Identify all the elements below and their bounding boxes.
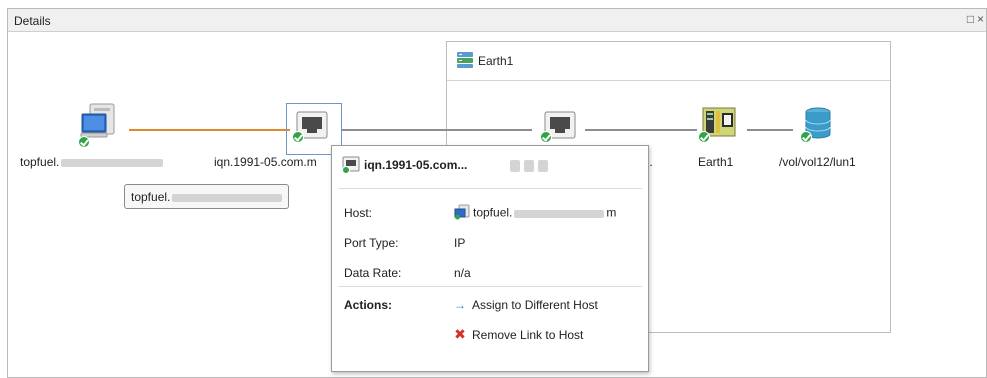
red-x-icon: ✖ bbox=[454, 326, 466, 342]
port-details-popup: iqn.1991-05.com... Host: topfuel. m Port … bbox=[331, 145, 649, 372]
node-storage-system[interactable] bbox=[698, 107, 738, 147]
network-port-icon bbox=[342, 156, 360, 177]
node-volume-label: /vol/vol12/lun1 bbox=[779, 155, 856, 169]
node-target-port[interactable] bbox=[540, 109, 580, 149]
prop-host-label: Host: bbox=[344, 206, 373, 220]
node-initiator-port-label: iqn.1991-05.com.m bbox=[214, 155, 317, 169]
target-storage-link[interactable] bbox=[585, 129, 697, 131]
actions-label: Actions: bbox=[344, 298, 392, 312]
node-host-label: topfuel. bbox=[20, 155, 164, 169]
popup-divider bbox=[338, 286, 642, 287]
status-ok-icon bbox=[78, 136, 90, 148]
remove-link-action[interactable]: ✖ Remove Link to Host bbox=[454, 326, 583, 343]
popup-title: iqn.1991-05.com... bbox=[364, 158, 468, 172]
node-storage-system-label: Earth1 bbox=[698, 155, 734, 169]
close-button[interactable]: × bbox=[976, 12, 986, 26]
status-ok-icon bbox=[698, 131, 710, 143]
assign-host-action[interactable]: → Assign to Different Host bbox=[454, 298, 598, 312]
status-ok-icon bbox=[292, 131, 304, 143]
restore-button[interactable]: □ bbox=[966, 12, 976, 26]
prop-port-type-value: IP bbox=[454, 236, 466, 250]
popup-header: iqn.1991-05.com... bbox=[340, 154, 640, 180]
group-divider bbox=[447, 80, 890, 81]
port-link[interactable] bbox=[342, 129, 532, 131]
group-title: Earth1 bbox=[478, 54, 514, 68]
host-group-icon bbox=[456, 51, 474, 72]
hover-tooltip: topfuel. bbox=[124, 184, 290, 209]
host-link[interactable] bbox=[129, 129, 290, 131]
arrow-right-icon: → bbox=[454, 298, 466, 312]
panel-header: Details □ × bbox=[8, 9, 986, 32]
storage-volume-link[interactable] bbox=[747, 129, 793, 131]
prop-host-value[interactable]: topfuel. m bbox=[454, 204, 616, 223]
prop-port-type-label: Port Type: bbox=[344, 236, 399, 250]
node-volume[interactable] bbox=[796, 107, 836, 147]
node-initiator-port[interactable] bbox=[292, 109, 332, 149]
window-controls: □ × bbox=[966, 12, 986, 26]
redacted-title-block bbox=[510, 158, 548, 172]
topology-canvas: Earth1 topfuel. iqn.1991-05.com.m .. Ear… bbox=[8, 33, 986, 377]
status-ok-icon bbox=[540, 131, 552, 143]
status-ok-icon bbox=[800, 131, 812, 143]
panel-title: Details bbox=[14, 14, 51, 28]
details-panel: Details □ × Earth1 topfuel. iqn.1991-05.… bbox=[7, 8, 987, 378]
popup-divider bbox=[338, 188, 642, 189]
prop-data-rate-label: Data Rate: bbox=[344, 266, 402, 280]
host-icon bbox=[454, 204, 470, 223]
node-host[interactable] bbox=[78, 103, 118, 153]
prop-data-rate-value: n/a bbox=[454, 266, 471, 280]
